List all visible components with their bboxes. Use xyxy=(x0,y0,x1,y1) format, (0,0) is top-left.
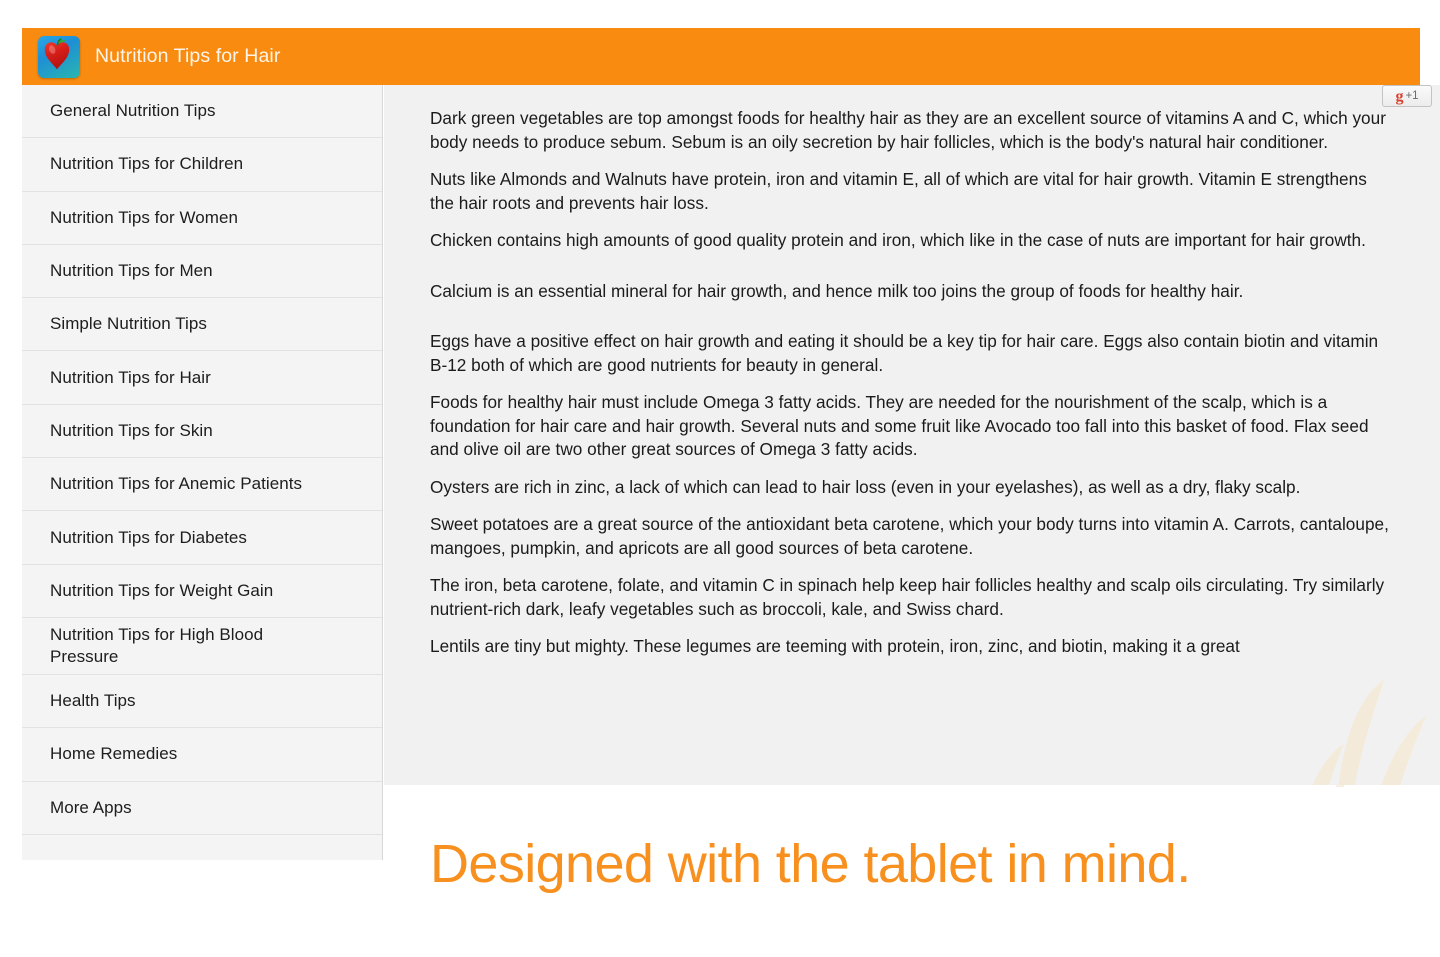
sidebar-item-label: Nutrition Tips for Weight Gain xyxy=(50,580,274,600)
sidebar-item-nutrition-tips-for-hair[interactable]: Nutrition Tips for Hair xyxy=(22,351,382,405)
sidebar-item-label: Nutrition Tips for Hair xyxy=(50,367,211,387)
sidebar-navigation-list[interactable]: General Nutrition Tips Nutrition Tips fo… xyxy=(22,85,383,860)
google-plus-logo-icon: g xyxy=(1395,88,1404,105)
article-paragraph: Chicken contains high amounts of good qu… xyxy=(430,230,1366,250)
sidebar-item-label: Nutrition Tips for Diabetes xyxy=(50,527,247,547)
article-paragraph: The iron, beta carotene, folate, and vit… xyxy=(430,575,1385,619)
article-paragraph: Nuts like Almonds and Walnuts have prote… xyxy=(430,169,1367,213)
sidebar-item-label: Nutrition Tips for Women xyxy=(50,207,238,227)
sidebar-item-nutrition-tips-for-women[interactable]: Nutrition Tips for Women xyxy=(22,191,382,245)
google-plus-one-count: +1 xyxy=(1405,90,1419,102)
sidebar-item-general-nutrition-tips[interactable]: General Nutrition Tips xyxy=(22,85,382,139)
sidebar-item-label: Nutrition Tips for Men xyxy=(50,261,213,281)
article-paragraph: Foods for healthy hair must include Omeg… xyxy=(430,392,1369,459)
promo-band: Designed with the tablet in mind. xyxy=(384,785,1440,957)
action-bar: Nutrition Tips for Hair xyxy=(22,28,1420,85)
sidebar-item-nutrition-tips-for-diabetes[interactable]: Nutrition Tips for Diabetes xyxy=(22,511,382,565)
article-paragraph: Eggs have a positive effect on hair grow… xyxy=(430,331,1379,375)
sidebar-item-nutrition-tips-for-skin[interactable]: Nutrition Tips for Skin xyxy=(22,404,382,459)
sidebar-item-label: Home Remedies xyxy=(50,744,178,764)
apple-heart-icon xyxy=(38,35,80,78)
sidebar-item-label: Nutrition Tips for Children xyxy=(50,154,244,174)
article-paragraph: Lentils are tiny but mighty. These legum… xyxy=(430,636,1240,656)
sidebar-item-simple-nutrition-tips[interactable]: Simple Nutrition Tips xyxy=(22,298,382,352)
sidebar-item-nutrition-tips-for-children[interactable]: Nutrition Tips for Children xyxy=(22,138,382,192)
sidebar-item-label: More Apps xyxy=(50,797,132,817)
app-title: Nutrition Tips for Hair xyxy=(95,45,281,67)
article-content-pane: g +1 Dark green vegetables are top among… xyxy=(384,85,1440,900)
sidebar-item-label: General Nutrition Tips xyxy=(50,101,216,121)
sidebar-item-health-tips[interactable]: Health Tips xyxy=(22,674,382,729)
wheat-decoration-lower-icon xyxy=(1335,785,1345,787)
article-paragraph: Dark green vegetables are top amongst fo… xyxy=(430,108,1386,152)
article-paragraph: Oysters are rich in zinc, a lack of whic… xyxy=(430,476,1301,497)
sidebar-item-label: Nutrition Tips for Skin xyxy=(50,420,213,440)
app-window: Nutrition Tips for Hair General Nutritio… xyxy=(22,28,1440,957)
sidebar-item-nutrition-tips-for-men[interactable]: Nutrition Tips for Men xyxy=(22,244,382,299)
article-scroll-region: g +1 Dark green vegetables are top among… xyxy=(384,85,1440,659)
sidebar-item-home-remedies[interactable]: Home Remedies xyxy=(22,728,382,782)
article-paragraph: Sweet potatoes are a great source of the… xyxy=(430,514,1389,558)
body-area: General Nutrition Tips Nutrition Tips fo… xyxy=(22,85,1440,957)
promo-tagline: Designed with the tablet in mind. xyxy=(430,834,1191,894)
sidebar-item-nutrition-tips-for-weight-gain[interactable]: Nutrition Tips for Weight Gain xyxy=(22,564,382,618)
google-plus-one-button[interactable]: g +1 xyxy=(1382,85,1432,107)
sidebar-item-label: Nutrition Tips for High Blood Pressure xyxy=(50,624,264,666)
sidebar-item-label: Nutrition Tips for Anemic Patients xyxy=(50,474,303,494)
article-paragraph: Calcium is an essential mineral for hair… xyxy=(430,280,1244,301)
sidebar-item-label: Simple Nutrition Tips xyxy=(50,314,207,334)
sidebar-item-label: Health Tips xyxy=(50,691,136,711)
sidebar-item-nutrition-tips-for-high-blood-pressure[interactable]: Nutrition Tips for High Blood Pressure xyxy=(22,617,382,675)
sidebar-item-more-apps[interactable]: More Apps xyxy=(22,781,382,835)
sidebar-item-nutrition-tips-for-anemic-patients[interactable]: Nutrition Tips for Anemic Patients xyxy=(22,458,382,512)
